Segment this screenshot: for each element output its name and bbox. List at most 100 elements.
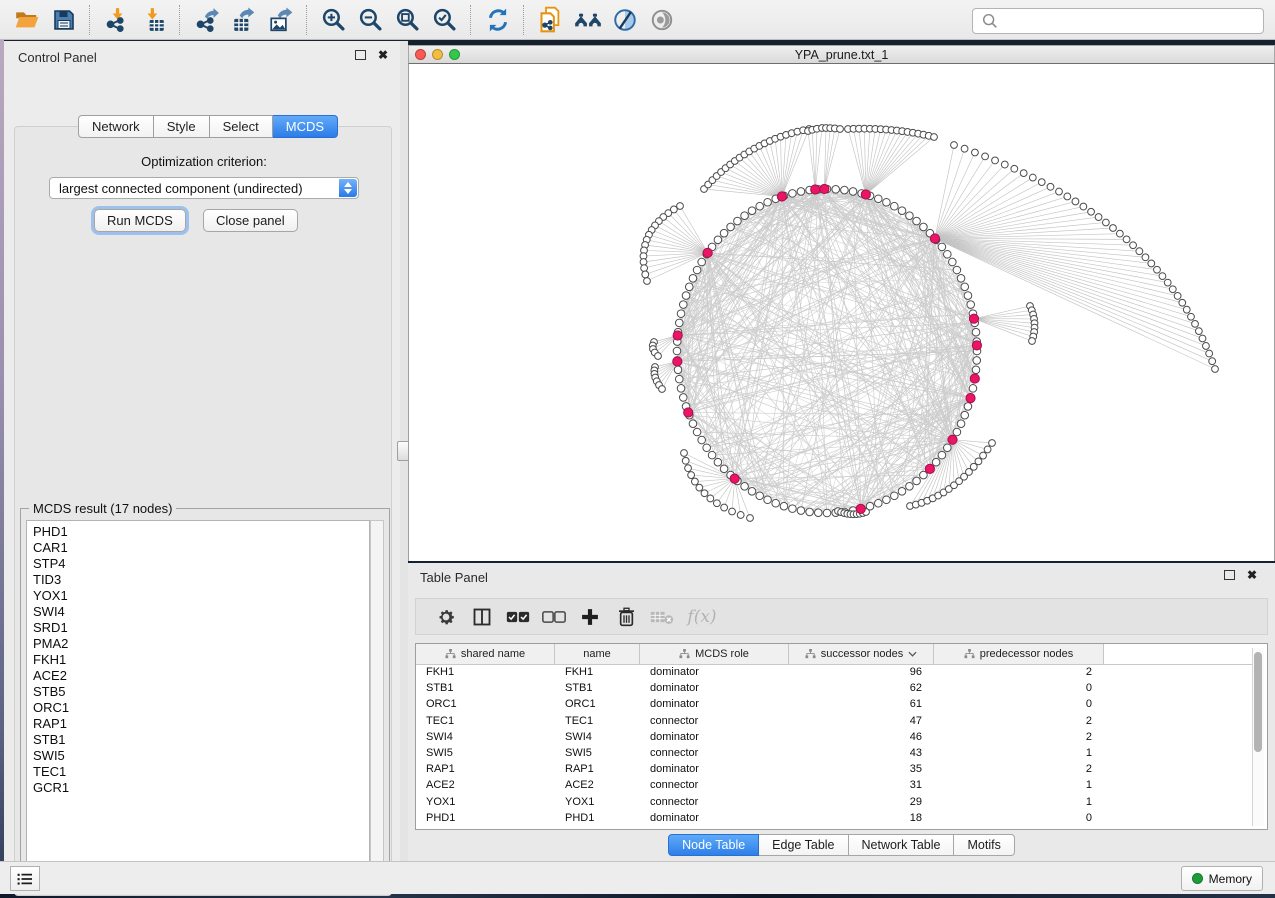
save-session-button[interactable] <box>45 3 82 37</box>
mcds-result-item[interactable]: STB5 <box>33 684 369 700</box>
export-network-button[interactable] <box>188 3 225 37</box>
table-row[interactable]: YOX1YOX1connector291 <box>416 794 1248 810</box>
apply-function-button[interactable]: f(x) <box>680 602 724 632</box>
export-table-button[interactable] <box>225 3 262 37</box>
mcds-result-item[interactable]: GCR1 <box>33 780 369 796</box>
table-cell: RAP1 <box>416 763 555 775</box>
mcds-result-item[interactable]: SRD1 <box>33 620 369 636</box>
column-header-successor-nodes[interactable]: successor nodes <box>789 644 934 664</box>
show-columns-button[interactable] <box>464 602 500 632</box>
search-field[interactable] <box>972 8 1264 34</box>
network-title: YPA_prune.txt_1 <box>409 48 1274 62</box>
find-button[interactable] <box>569 3 606 37</box>
table-cell: dominator <box>640 698 789 710</box>
column-header-predecessor-nodes[interactable]: predecessor nodes <box>934 644 1104 664</box>
memory-button[interactable]: Memory <box>1181 866 1263 891</box>
search-input[interactable] <box>1003 10 1263 32</box>
tab-mcds[interactable]: MCDS <box>273 115 338 138</box>
import-network-button[interactable] <box>98 3 135 37</box>
table-row[interactable]: RAP1RAP1dominator352 <box>416 761 1248 777</box>
add-column-button[interactable] <box>572 602 608 632</box>
mcds-result-item[interactable]: FKH1 <box>33 652 369 668</box>
mcds-result-item[interactable]: RAP1 <box>33 716 369 732</box>
mcds-result-item[interactable]: PMA2 <box>33 636 369 652</box>
float-panel-icon[interactable] <box>355 50 366 60</box>
status-bar: Memory <box>0 861 1275 894</box>
tab-node-table[interactable]: Node Table <box>668 834 759 856</box>
table-vertical-scrollbar[interactable] <box>1252 648 1264 826</box>
table-row[interactable]: FKH1FKH1dominator962 <box>416 664 1248 680</box>
column-header-name[interactable]: name <box>555 644 640 664</box>
tab-network-table[interactable]: Network Table <box>849 834 955 856</box>
mcds-list-scrollbar[interactable] <box>370 520 384 872</box>
mcds-result-item[interactable]: YOX1 <box>33 588 369 604</box>
delete-column-button[interactable] <box>608 602 644 632</box>
close-panel-icon[interactable]: ✖ <box>378 50 388 60</box>
close-panel-button[interactable]: Close panel <box>203 209 298 232</box>
mcds-result-item[interactable]: ORC1 <box>33 700 369 716</box>
table-row[interactable]: STB1STB1dominator620 <box>416 680 1248 696</box>
list-icon <box>17 872 33 886</box>
run-mcds-button[interactable]: Run MCDS <box>94 209 186 232</box>
table-header-row: shared name name MCDS role successor nod… <box>416 644 1254 665</box>
tab-edge-table[interactable]: Edge Table <box>759 834 848 856</box>
mcds-result-item[interactable]: STB1 <box>33 732 369 748</box>
tab-motifs[interactable]: Motifs <box>954 834 1014 856</box>
column-header-shared-name[interactable]: shared name <box>416 644 555 664</box>
attribute-icon <box>679 649 690 660</box>
zoom-out-button[interactable] <box>352 3 389 37</box>
task-history-button[interactable] <box>10 866 40 891</box>
mcds-result-item[interactable]: TID3 <box>33 572 369 588</box>
export-image-button[interactable] <box>262 3 299 37</box>
table-row[interactable]: ACE2ACE2connector311 <box>416 777 1248 793</box>
table-settings-button[interactable] <box>428 602 464 632</box>
delete-table-button[interactable] <box>644 602 680 632</box>
zoom-fit-button[interactable] <box>389 3 426 37</box>
clone-network-button[interactable] <box>532 3 569 37</box>
zoom-in-button[interactable] <box>315 3 352 37</box>
tab-network[interactable]: Network <box>78 115 154 138</box>
mcds-result-item[interactable]: SWI5 <box>33 748 369 764</box>
network-titlebar[interactable]: YPA_prune.txt_1 <box>408 45 1275 64</box>
mcds-result-item[interactable]: STP4 <box>33 556 369 572</box>
tab-style[interactable]: Style <box>154 115 210 138</box>
table-panel-title: Table Panel <box>420 570 488 585</box>
table-cell: STB1 <box>416 682 555 694</box>
eye-icon <box>649 7 675 33</box>
mcds-result-item[interactable]: CAR1 <box>33 540 369 556</box>
table-cell: STB1 <box>555 682 640 694</box>
attribute-icon <box>805 649 816 660</box>
split-divider[interactable] <box>400 41 408 861</box>
import-table-button[interactable] <box>135 3 172 37</box>
zoom-out-icon <box>358 7 383 32</box>
mcds-result-item[interactable]: SWI4 <box>33 604 369 620</box>
node-table: shared name name MCDS role successor nod… <box>415 643 1268 830</box>
deselect-all-button[interactable] <box>536 602 572 632</box>
open-file-button[interactable] <box>8 3 45 37</box>
scrollbar-thumb[interactable] <box>1254 652 1262 752</box>
toggle-graphics-details-button[interactable] <box>606 3 643 37</box>
mcds-result-item[interactable]: PHD1 <box>33 524 369 540</box>
table-row[interactable]: SWI4SWI4dominator462 <box>416 729 1248 745</box>
optimization-criterion-select[interactable]: largest connected component (undirected) <box>49 177 359 199</box>
float-panel-icon[interactable] <box>1224 570 1235 580</box>
column-header-mcds-role[interactable]: MCDS role <box>640 644 789 664</box>
mcds-result-item[interactable]: TEC1 <box>33 764 369 780</box>
refresh-layout-button[interactable] <box>479 3 516 37</box>
tab-select[interactable]: Select <box>210 115 273 138</box>
table-row[interactable]: TEC1TEC1connector472 <box>416 713 1248 729</box>
show-hide-button[interactable] <box>643 3 680 37</box>
select-all-button[interactable] <box>500 602 536 632</box>
table-cell: connector <box>640 715 789 727</box>
table-row[interactable]: SWI5SWI5connector431 <box>416 745 1248 761</box>
network-view-canvas[interactable] <box>408 64 1275 561</box>
table-row[interactable]: PHD1PHD1dominator180 <box>416 810 1248 826</box>
zoom-selected-icon <box>432 7 457 32</box>
zoom-in-icon <box>321 7 346 32</box>
zoom-selected-button[interactable] <box>426 3 463 37</box>
close-panel-icon[interactable]: ✖ <box>1247 570 1257 580</box>
mcds-result-item[interactable]: ACE2 <box>33 668 369 684</box>
column-header-filler <box>1104 644 1254 664</box>
table-cell: ACE2 <box>416 779 555 791</box>
table-row[interactable]: ORC1ORC1dominator610 <box>416 696 1248 712</box>
